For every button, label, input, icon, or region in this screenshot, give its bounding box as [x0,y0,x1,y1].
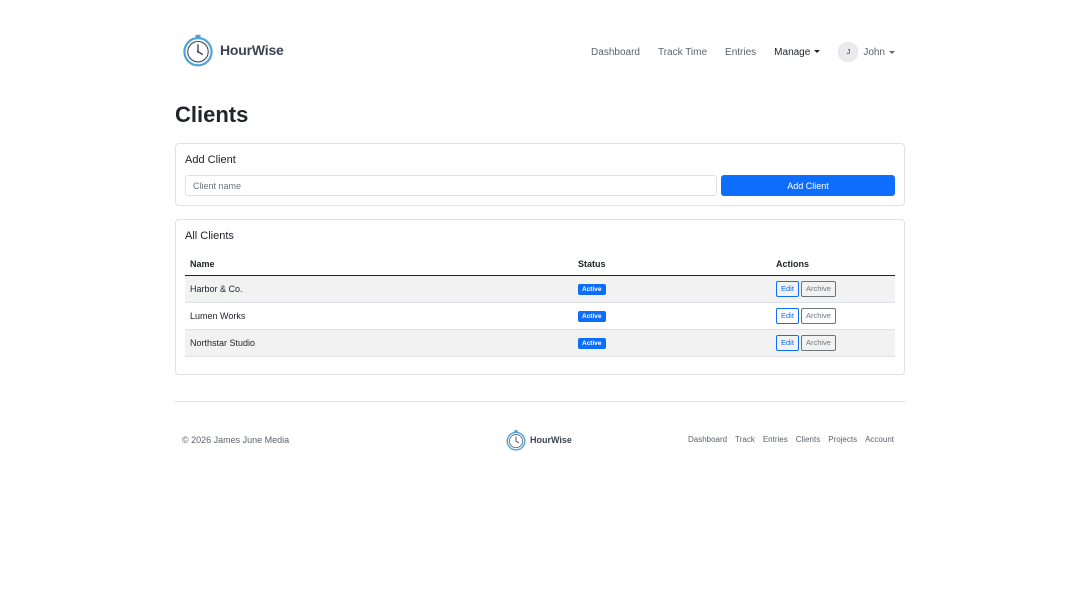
status-cell: Active [573,275,771,303]
footer-link-projects[interactable]: Projects [828,435,857,444]
client-name: Harbor & Co. [185,275,573,303]
clients-table: Name Status Actions Harbor & Co. Active … [185,254,895,357]
brand-logo[interactable]: HourWise [181,33,284,67]
status-badge: Active [578,283,606,295]
archive-button[interactable]: Archive [800,307,836,324]
archive-button[interactable]: Archive [800,280,836,297]
footer-brand-name: HourWise [530,435,572,445]
footer-brand[interactable]: HourWise [505,429,572,451]
client-name: Northstar Studio [185,329,573,357]
column-header-status: Status [573,254,771,276]
avatar: J [838,42,859,62]
footer-link-entries[interactable]: Entries [763,435,788,444]
footer-links: Dashboard Track Entries Clients Projects… [680,435,894,444]
user-menu[interactable]: J John [838,42,895,62]
nav-manage-label: Manage [774,46,811,58]
actions-cell: Edit Archive [771,329,895,357]
nav-links: Dashboard Track Time Entries Manage J Jo… [573,42,895,62]
navbar: HourWise Dashboard Track Time Entries Ma… [175,30,905,72]
column-header-name: Name [185,254,573,276]
table-row: Lumen Works Active Edit Archive [185,302,895,330]
client-name: Lumen Works [185,302,573,330]
archive-button[interactable]: Archive [800,334,836,351]
status-cell: Active [573,329,771,357]
edit-button[interactable]: Edit [776,280,799,297]
table-row: Harbor & Co. Active Edit Archive [185,275,895,303]
table-header-row: Name Status Actions [185,254,895,276]
nav-link-entries[interactable]: Entries [725,47,756,58]
footer-link-account[interactable]: Account [865,435,894,444]
page-title: Clients [175,102,249,127]
nav-link-dashboard[interactable]: Dashboard [591,47,640,58]
edit-button[interactable]: Edit [776,334,799,351]
footer-link-dashboard[interactable]: Dashboard [688,435,727,444]
footer-link-clients[interactable]: Clients [796,435,820,444]
client-name-input[interactable] [185,175,717,196]
nav-manage-dropdown[interactable]: Manage [774,46,821,58]
caret-down-icon [889,50,895,54]
footer: © 2026 James June Media HourWise Dashboa… [175,426,905,456]
user-name: John [863,46,885,58]
stopwatch-logo-icon [183,34,213,67]
caret-down-icon [814,50,821,54]
status-cell: Active [573,302,771,330]
status-badge: Active [578,310,606,322]
actions-cell: Edit Archive [771,275,895,303]
stopwatch-logo-icon [506,430,526,451]
all-clients-card: All Clients Name Status Actions Harbor &… [175,219,905,375]
add-client-button[interactable]: Add Client [721,175,895,196]
all-clients-title: All Clients [185,230,234,242]
edit-button[interactable]: Edit [776,307,799,324]
column-header-actions: Actions [771,254,895,276]
add-client-card: Add Client Add Client [175,143,905,206]
nav-link-track-time[interactable]: Track Time [658,47,707,58]
footer-link-track[interactable]: Track [735,435,755,444]
status-badge: Active [578,337,606,349]
add-client-title: Add Client [185,154,236,166]
footer-divider [175,401,905,402]
actions-cell: Edit Archive [771,302,895,330]
copyright-text: © 2026 James June Media [182,435,290,445]
table-row: Northstar Studio Active Edit Archive [185,329,895,357]
brand-name: HourWise [220,42,284,58]
